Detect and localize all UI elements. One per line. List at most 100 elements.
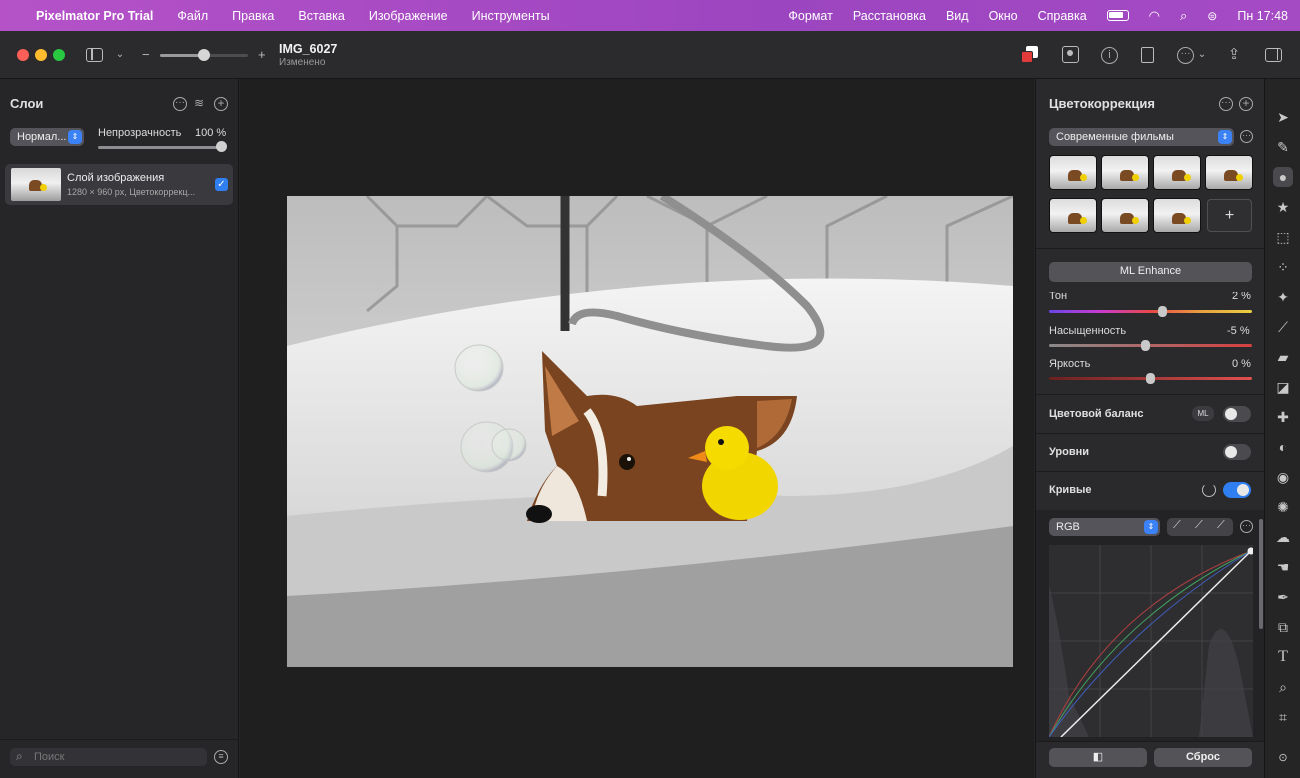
color-adjust-tool-icon[interactable]: ● bbox=[1273, 167, 1293, 187]
crop-tool-icon[interactable]: ⌗ bbox=[1273, 707, 1293, 727]
menu-edit[interactable]: Правка bbox=[232, 9, 274, 23]
menu-view[interactable]: Вид bbox=[946, 9, 969, 23]
select-tool-icon[interactable]: ⬚ bbox=[1273, 227, 1293, 247]
effects-tool-icon[interactable]: ★ bbox=[1273, 197, 1293, 217]
curves-graph[interactable] bbox=[1049, 545, 1253, 737]
layer-row[interactable]: Слой изображения 1280 × 960 px, Цветокор… bbox=[5, 164, 233, 205]
adjust-more-icon[interactable]: ··· bbox=[1219, 97, 1233, 111]
add-adjustment-icon[interactable]: + bbox=[1239, 97, 1253, 111]
minimize-window-button[interactable] bbox=[35, 49, 47, 61]
opacity-slider-knob[interactable] bbox=[216, 141, 227, 152]
menu-window[interactable]: Окно bbox=[989, 9, 1018, 23]
menubar-clock[interactable]: Пн 17:48 bbox=[1237, 9, 1288, 23]
retouch-tool-icon[interactable]: ✦ bbox=[1273, 287, 1293, 307]
menu-format[interactable]: Формат bbox=[788, 9, 832, 23]
info-icon[interactable]: i bbox=[1101, 47, 1118, 64]
preset-thumbnail[interactable] bbox=[1049, 155, 1097, 190]
zoom-in-button[interactable]: + bbox=[258, 47, 266, 62]
scrollbar[interactable] bbox=[1259, 519, 1263, 629]
zoom-tool-icon[interactable]: ⌕ bbox=[1273, 677, 1293, 697]
fill-tool-icon[interactable]: ▰ bbox=[1273, 347, 1293, 367]
ml-enhance-button[interactable]: ML Enhance bbox=[1049, 262, 1252, 282]
share-icon[interactable]: ⇪ bbox=[1224, 45, 1244, 65]
hue-value[interactable]: 2 % bbox=[1232, 292, 1251, 302]
more-options-chevron-icon[interactable]: ⌄ bbox=[1192, 45, 1212, 65]
preset-thumbnail[interactable] bbox=[1153, 198, 1201, 233]
layer-visibility-checkbox[interactable]: ✓ bbox=[215, 178, 228, 191]
zoom-out-button[interactable]: − bbox=[142, 47, 150, 62]
color-swatch-icon[interactable] bbox=[1021, 46, 1041, 64]
erase-tool-icon[interactable]: ◪ bbox=[1273, 377, 1293, 397]
photo-browser-icon[interactable] bbox=[1062, 46, 1079, 63]
app-menu[interactable]: Pixelmator Pro Trial bbox=[36, 9, 153, 23]
document-image[interactable] bbox=[287, 196, 1013, 667]
magic-select-tool-icon[interactable]: ⁘ bbox=[1273, 257, 1293, 277]
type-tool-icon[interactable]: T bbox=[1273, 647, 1293, 667]
preset-thumbnail[interactable] bbox=[1049, 198, 1097, 233]
curves-reset-icon[interactable] bbox=[1202, 483, 1216, 497]
preset-select[interactable]: Современные фильмы ⇕ bbox=[1049, 128, 1234, 146]
ml-badge[interactable]: ML bbox=[1192, 406, 1214, 421]
menu-insert[interactable]: Вставка bbox=[298, 9, 344, 23]
control-center-icon[interactable]: ⊜ bbox=[1207, 9, 1217, 23]
preset-thumbnail[interactable] bbox=[1205, 155, 1253, 190]
brightness-value[interactable]: 0 % bbox=[1232, 358, 1251, 370]
spotlight-search-icon[interactable]: ⌕ bbox=[1180, 8, 1187, 24]
preset-more-icon[interactable]: ··· bbox=[1240, 130, 1253, 143]
add-layer-icon[interactable]: + bbox=[214, 97, 228, 111]
saturation-value[interactable]: -5 % bbox=[1227, 325, 1250, 337]
lighten-tool-icon[interactable]: ✺ bbox=[1273, 497, 1293, 517]
color-balance-toggle[interactable] bbox=[1223, 406, 1251, 422]
white-point-eyedropper-icon[interactable]: ⟋ bbox=[1217, 519, 1225, 532]
sponge-tool-icon[interactable]: ☁ bbox=[1273, 527, 1293, 547]
opacity-slider[interactable] bbox=[98, 146, 226, 149]
curves-toggle[interactable] bbox=[1223, 482, 1251, 498]
curves-channel-select[interactable]: RGB ⇕ bbox=[1049, 518, 1160, 536]
paint-tool-icon[interactable]: ⟋ bbox=[1273, 317, 1293, 337]
saturation-slider-knob[interactable] bbox=[1141, 340, 1150, 351]
menu-help[interactable]: Справка bbox=[1038, 9, 1087, 23]
sidebar-toggle-icon[interactable] bbox=[86, 48, 103, 62]
zoom-slider[interactable] bbox=[160, 49, 248, 61]
add-preset-button[interactable]: + bbox=[1207, 199, 1252, 232]
menu-tools[interactable]: Инструменты bbox=[472, 9, 550, 23]
menu-file[interactable]: Файл bbox=[177, 9, 208, 23]
layers-stack-icon[interactable]: ≋ bbox=[194, 97, 207, 110]
blend-mode-select[interactable]: Нормал... ⇕ bbox=[10, 128, 84, 146]
more-tools-icon[interactable]: ⊙ bbox=[1273, 748, 1293, 768]
style-tool-icon[interactable]: ✎ bbox=[1273, 137, 1293, 157]
preset-thumbnail[interactable] bbox=[1101, 198, 1149, 233]
battery-icon[interactable] bbox=[1106, 10, 1129, 21]
layers-more-icon[interactable]: ··· bbox=[173, 97, 187, 111]
gray-point-eyedropper-icon[interactable]: ⟋ bbox=[1195, 519, 1203, 532]
sidebar-chevron-down-icon[interactable]: ⌄ bbox=[110, 45, 130, 65]
curves-more-icon[interactable]: ··· bbox=[1240, 520, 1253, 533]
clone-tool-icon[interactable]: ◐ bbox=[1273, 437, 1293, 457]
compare-button[interactable]: ◧ bbox=[1049, 748, 1147, 767]
black-point-eyedropper-icon[interactable]: ⟋ bbox=[1173, 519, 1181, 532]
hue-slider[interactable] bbox=[1049, 310, 1252, 313]
pen-tool-icon[interactable]: ✒ bbox=[1273, 587, 1293, 607]
menu-image[interactable]: Изображение bbox=[369, 9, 448, 23]
blur-tool-icon[interactable]: ◉ bbox=[1273, 467, 1293, 487]
zoom-slider-knob[interactable] bbox=[198, 49, 210, 61]
layers-search-field[interactable]: ⌕ Поиск bbox=[10, 748, 207, 766]
rotate-icon[interactable] bbox=[1141, 47, 1154, 63]
preset-thumbnail[interactable] bbox=[1101, 155, 1149, 190]
wifi-icon[interactable]: ◠ bbox=[1149, 8, 1160, 24]
levels-toggle[interactable] bbox=[1223, 444, 1251, 460]
brightness-slider-knob[interactable] bbox=[1146, 373, 1155, 384]
inspector-toggle-icon[interactable] bbox=[1265, 48, 1282, 62]
saturation-slider[interactable] bbox=[1049, 344, 1252, 347]
opacity-value[interactable]: 100 % bbox=[195, 127, 226, 139]
reset-button[interactable]: Сброс bbox=[1154, 748, 1252, 767]
warp-tool-icon[interactable]: ☚ bbox=[1273, 557, 1293, 577]
filter-icon[interactable]: ≡ bbox=[214, 750, 228, 764]
arrange-tool-icon[interactable]: ➤ bbox=[1273, 107, 1293, 127]
preset-thumbnail[interactable] bbox=[1153, 155, 1201, 190]
menu-arrange[interactable]: Расстановка bbox=[853, 9, 926, 23]
repair-tool-icon[interactable]: ✚ bbox=[1273, 407, 1293, 427]
zoom-window-button[interactable] bbox=[53, 49, 65, 61]
close-window-button[interactable] bbox=[17, 49, 29, 61]
hue-slider-knob[interactable] bbox=[1158, 306, 1167, 317]
